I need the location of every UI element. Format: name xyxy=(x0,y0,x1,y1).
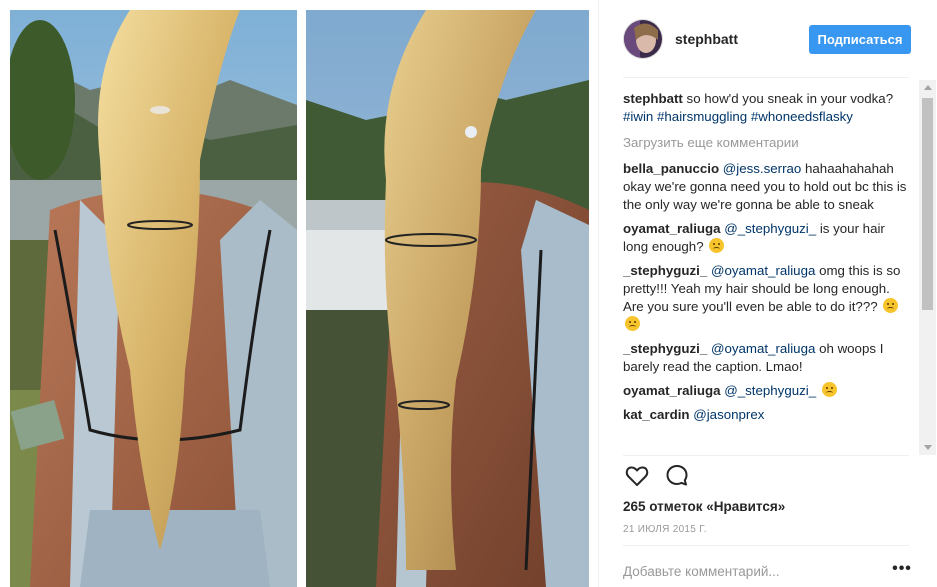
scroll-down-arrow-icon[interactable] xyxy=(924,445,932,450)
post-side-panel: stephbatt Подписаться stephbatt so how'd… xyxy=(598,0,937,587)
comment-item: kat_cardin @jasonprex xyxy=(623,406,911,424)
comment-username[interactable]: _stephyguzi_ xyxy=(623,263,707,278)
tired-face-emoji-icon xyxy=(709,238,725,253)
post-media xyxy=(0,0,598,587)
comment-mention[interactable]: @jess.serrao xyxy=(723,161,802,176)
sweat-smile-emoji-icon xyxy=(883,298,899,313)
hair-photo-right xyxy=(306,10,589,587)
avatar[interactable] xyxy=(623,19,663,59)
more-options-icon[interactable]: ••• xyxy=(892,561,912,582)
comment-item: bella_panuccio @jess.serrao hahaahahahah… xyxy=(623,160,911,214)
like-button[interactable] xyxy=(623,462,651,490)
scrollbar-thumb[interactable] xyxy=(922,98,933,310)
comment-username[interactable]: kat_cardin xyxy=(623,407,690,422)
hair-photo-left xyxy=(10,10,297,587)
post-header: stephbatt Подписаться xyxy=(599,0,937,78)
likes-count[interactable]: 265 отметок «Нравится» xyxy=(623,499,785,514)
caption-text: so how'd you sneak in your vodka? xyxy=(686,91,894,106)
post-photo-left[interactable] xyxy=(10,10,297,587)
hashtag-link[interactable]: #iwin xyxy=(623,109,653,124)
comment-username[interactable]: _stephyguzi_ xyxy=(623,341,707,356)
follow-button[interactable]: Подписаться xyxy=(809,25,911,54)
load-more-comments-link[interactable]: Загрузить еще комментарии xyxy=(623,134,911,152)
comment-mention[interactable]: @_stephyguzi_ xyxy=(724,221,816,236)
avatar-image xyxy=(624,20,662,58)
comment-item: _stephyguzi_ @oyamat_raliuga omg this is… xyxy=(623,262,911,334)
comment-username[interactable]: oyamat_raliuga xyxy=(623,383,721,398)
comment-username[interactable]: bella_panuccio xyxy=(623,161,719,176)
comments-list: stephbatt so how'd you sneak in your vod… xyxy=(623,90,911,455)
post-date[interactable]: 21 ИЮЛЯ 2015 Г. xyxy=(623,524,707,535)
comment-username[interactable]: oyamat_raliuga xyxy=(623,221,721,236)
comment-mention[interactable]: @oyamat_raliuga xyxy=(711,263,815,278)
comment-bubble-icon xyxy=(666,465,688,486)
comment-mention[interactable]: @jasonprex xyxy=(693,407,764,422)
hashtag-link[interactable]: #whoneedsflasky xyxy=(751,109,853,124)
hashtag-link[interactable]: #hairsmuggling xyxy=(657,109,747,124)
comment-button[interactable] xyxy=(663,462,691,490)
scroll-up-arrow-icon[interactable] xyxy=(924,85,932,90)
comment-mention[interactable]: @oyamat_raliuga xyxy=(711,341,815,356)
header-divider xyxy=(623,77,909,78)
post-author-username[interactable]: stephbatt xyxy=(675,31,738,47)
crying-laughing-emoji-icon xyxy=(625,316,640,331)
caption: stephbatt so how'd you sneak in your vod… xyxy=(623,90,911,126)
comment-item: _stephyguzi_ @oyamat_raliuga oh woops I … xyxy=(623,340,911,376)
comment-item: oyamat_raliuga @_stephyguzi_ xyxy=(623,382,911,400)
post-photo-right[interactable] xyxy=(306,10,589,587)
comment-item: oyamat_raliuga @_stephyguzi_ is your hai… xyxy=(623,220,911,256)
add-comment-divider xyxy=(623,545,909,546)
actions-divider xyxy=(623,455,909,456)
comments-scrollbar[interactable] xyxy=(919,80,936,455)
heart-icon xyxy=(625,466,649,486)
comment-mention[interactable]: @_stephyguzi_ xyxy=(724,383,816,398)
crying-laughing-emoji-icon xyxy=(821,382,837,397)
caption-username[interactable]: stephbatt xyxy=(623,91,683,106)
add-comment-input[interactable] xyxy=(623,560,883,582)
